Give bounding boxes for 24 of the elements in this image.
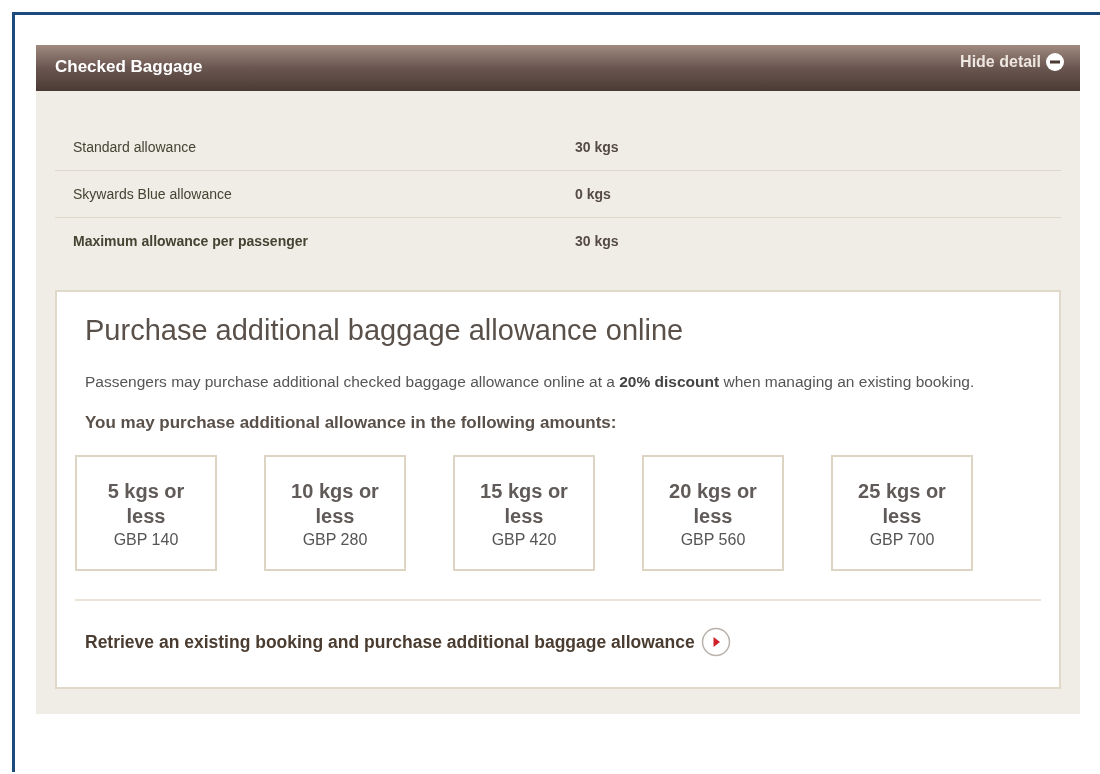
allowance-value: 0 kgs xyxy=(575,186,611,202)
option-price: GBP 700 xyxy=(868,531,936,549)
play-circle-icon[interactable] xyxy=(700,627,731,657)
amounts-heading: You may purchase additional allowance in the following amounts: xyxy=(85,413,618,433)
option-amount: 20 kgs or less xyxy=(668,479,758,529)
allowance-value: 30 kgs xyxy=(575,139,619,155)
allowance-label: Maximum allowance per passenger xyxy=(72,233,309,249)
option-price: GBP 140 xyxy=(112,531,180,549)
option-amount: 25 kgs or less xyxy=(857,479,947,529)
hide-detail-button[interactable]: Hide detail xyxy=(960,52,1064,71)
purchase-description: Passengers may purchase additional checked baggage allowance online at a 20% discount when managing an existing booking. xyxy=(85,372,976,392)
allowance-label: Skywards Blue allowance xyxy=(72,186,233,202)
option-price: GBP 560 xyxy=(679,531,747,549)
option-price: GBP 420 xyxy=(490,531,558,549)
option-amount: 15 kgs or less xyxy=(479,479,569,529)
minus-circle-icon xyxy=(1046,53,1064,71)
option-amount: 5 kgs or less xyxy=(106,479,186,529)
option-price: GBP 280 xyxy=(301,531,369,549)
allowance-label: Standard allowance xyxy=(72,139,197,155)
option-amount: 10 kgs or less xyxy=(290,479,380,529)
allowance-value: 30 kgs xyxy=(575,233,619,249)
purchase-heading: Purchase additional baggage allowance online xyxy=(85,314,685,347)
panel-title: Checked Baggage xyxy=(55,57,203,77)
retrieve-booking-link[interactable]: Retrieve an existing booking and purchase additional baggage allowance xyxy=(85,631,695,653)
